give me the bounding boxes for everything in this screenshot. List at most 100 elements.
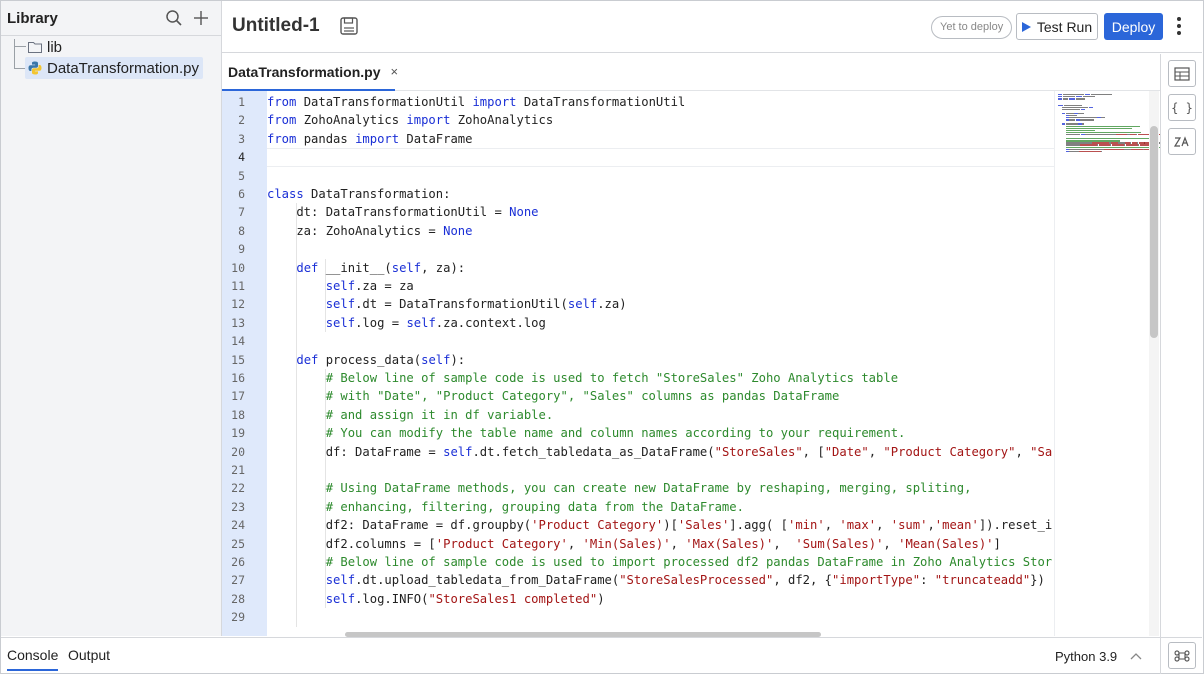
- code-token: .za = za: [355, 279, 414, 293]
- code-line: from DataTransformationUtil import DataT…: [267, 93, 685, 111]
- code-token: .log =: [355, 315, 407, 330]
- code-token: ZohoAnalytics: [296, 113, 407, 128]
- minimap-line: [1135, 133, 1137, 136]
- code-token: DataTransformationUtil: [296, 95, 473, 109]
- code-token: 'Mean(Sales)': [898, 536, 994, 551]
- code-token: "StoreSalesProcessed": [619, 573, 774, 588]
- vertical-scroll-thumb[interactable]: [1150, 126, 1158, 338]
- line-number: 18: [231, 407, 245, 422]
- search-icon[interactable]: [165, 9, 183, 27]
- line-number: 2: [238, 113, 245, 128]
- code-token: self: [406, 315, 436, 330]
- code-token: .log.INFO(: [355, 591, 429, 606]
- code-token: ,: [868, 444, 884, 459]
- code-line: self.log = self.za.context.log: [267, 314, 546, 332]
- code-token: df2.columns = [: [267, 536, 436, 551]
- document-title[interactable]: Untitled-1: [232, 15, 320, 37]
- code-token: import: [406, 113, 451, 128]
- code-editor[interactable]: from DataTransformationUtil import DataT…: [267, 91, 1054, 636]
- line-number: 17: [231, 389, 245, 404]
- code-token: .za.context.log: [435, 315, 546, 330]
- code-token: ,: [927, 518, 935, 533]
- tree-item-datatransformation[interactable]: DataTransformation.py: [25, 57, 204, 79]
- runtime-version[interactable]: Python 3.9: [1055, 649, 1117, 664]
- table-icon[interactable]: [1168, 60, 1196, 87]
- code-token: :: [920, 573, 935, 588]
- code-token: dt: DataTransformationUtil =: [267, 205, 510, 220]
- code-token: from: [267, 113, 297, 128]
- code-token: ):: [450, 352, 466, 367]
- code-token: self: [567, 297, 598, 312]
- code-token: "StoreSales1 completed": [428, 591, 598, 606]
- line-number: 13: [231, 315, 245, 330]
- code-line: class DataTransformation:: [267, 185, 450, 203]
- command-icon[interactable]: [1168, 642, 1196, 669]
- code-token: "importType": [832, 573, 921, 588]
- code-line: # with "Date", "Product Category", "Sale…: [267, 387, 840, 405]
- tab-console[interactable]: Console: [7, 647, 59, 671]
- code-line: # Below line of sample code is used to i…: [267, 553, 1052, 571]
- code-token: ,: [876, 518, 891, 533]
- code-token: )[: [663, 518, 678, 533]
- code-token: def: [296, 260, 319, 275]
- line-number: 12: [231, 297, 245, 312]
- code-token: 'Max(Sales)': [685, 536, 774, 551]
- tree-item-lib[interactable]: lib: [27, 36, 62, 58]
- code-token: df: DataFrame =: [267, 444, 444, 459]
- minimap-line: [1077, 112, 1084, 115]
- zoho-analytics-icon[interactable]: [1168, 128, 1196, 155]
- play-icon: [1021, 21, 1031, 32]
- line-number: 25: [231, 536, 245, 551]
- code-token: 'mean': [934, 518, 979, 533]
- code-token: "Date": [824, 444, 869, 459]
- code-token: DataTransformation:: [303, 187, 451, 201]
- code-token: self: [325, 297, 356, 312]
- code-token: # Below line of sample code is used to f…: [325, 371, 899, 385]
- code-line: from pandas import DataFrame: [267, 130, 472, 148]
- code-token: ,: [567, 536, 583, 551]
- vertical-scrollbar[interactable]: [1149, 91, 1159, 636]
- minimap-line: [1078, 150, 1101, 153]
- line-number: 28: [231, 591, 245, 606]
- code-line: self.log.INFO("StoreSales1 completed"): [267, 590, 605, 608]
- tree-item-label: lib: [47, 38, 63, 56]
- tab-datatransformation[interactable]: DataTransformation.py ×: [222, 54, 398, 91]
- right-tool-rail: { }: [1160, 54, 1202, 637]
- code-token: None: [509, 205, 539, 220]
- minimap-line: [1061, 112, 1065, 115]
- chevron-up-icon[interactable]: [1128, 648, 1144, 664]
- code-line: def process_data(self):: [267, 351, 465, 369]
- code-token: za: ZohoAnalytics =: [267, 223, 444, 238]
- code-token: ]).reset_i: [978, 518, 1053, 533]
- code-token: self: [325, 591, 356, 606]
- code-token: df2: DataFrame = df.groupby(: [267, 518, 532, 533]
- deploy-button[interactable]: Deploy: [1104, 13, 1163, 40]
- code-token: , [: [802, 444, 825, 459]
- test-run-button[interactable]: Test Run: [1016, 13, 1098, 40]
- line-number: 6: [238, 187, 245, 201]
- line-number-gutter: 1 2 3 4 5 6 7 8 9 10 11 12 13 14 15 16 17 18 19 20 21 22 23 24 2…: [222, 91, 267, 636]
- code-braces-icon[interactable]: { }: [1168, 94, 1196, 121]
- code-token: process_data(: [318, 352, 422, 367]
- save-icon[interactable]: [339, 16, 359, 36]
- code-token: from: [267, 95, 297, 109]
- code-token: None: [443, 223, 473, 238]
- code-line: self.dt = DataTransformationUtil(self.za…: [267, 295, 627, 313]
- code-line: self.za = za: [267, 277, 414, 295]
- add-icon[interactable]: [192, 9, 210, 27]
- close-icon[interactable]: ×: [390, 64, 398, 79]
- more-options-icon[interactable]: [1172, 15, 1186, 39]
- code-token: 'sum': [890, 518, 928, 533]
- sidebar-title: Library: [7, 10, 58, 27]
- tab-output[interactable]: Output: [68, 647, 110, 663]
- code-minimap[interactable]: [1054, 91, 1160, 636]
- code-token: self: [443, 444, 473, 459]
- code-token: ].agg( [: [729, 518, 788, 533]
